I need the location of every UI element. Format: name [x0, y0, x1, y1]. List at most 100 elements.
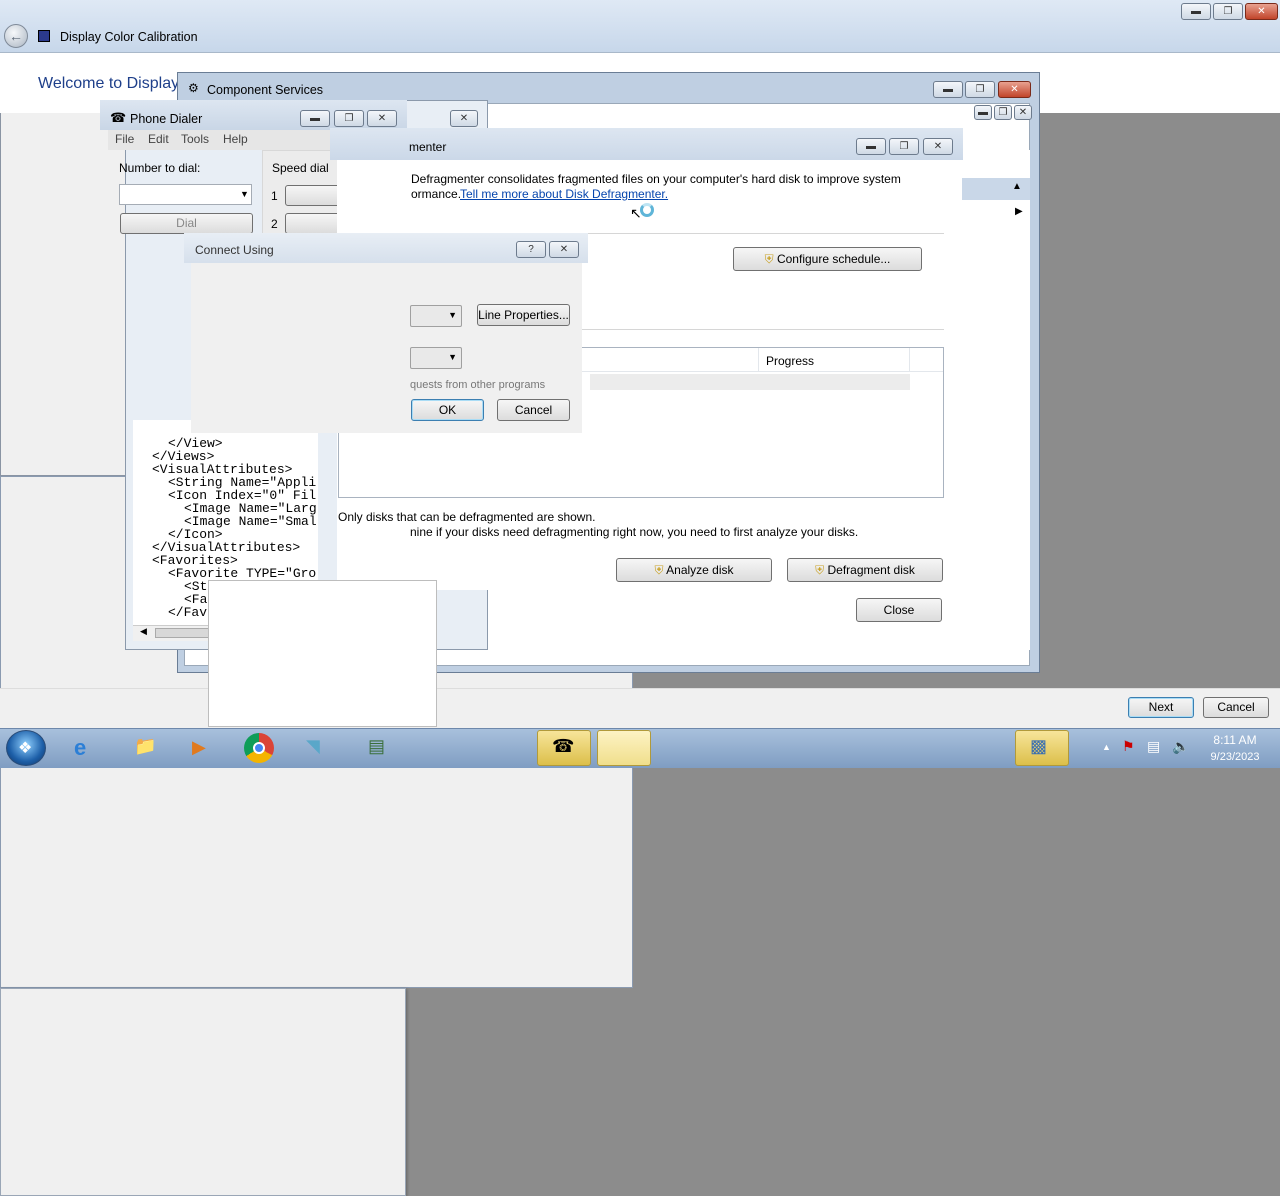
menu-file[interactable]: File — [115, 132, 134, 146]
line-properties-button[interactable]: Line Properties... — [477, 304, 570, 326]
dial-button[interactable]: Dial — [120, 213, 253, 234]
xml-line: </Fav — [168, 605, 208, 620]
shield-icon: ⛨ — [654, 563, 664, 577]
connect-using-dialog — [0, 988, 406, 1196]
progress-column-header[interactable]: Progress — [766, 354, 814, 368]
calibration-title: Display Color Calibration — [60, 30, 198, 44]
connect-using-cancel-button[interactable]: Cancel — [497, 399, 570, 421]
column-divider — [758, 348, 759, 372]
cs-mdi-restore-button[interactable]: ❐ — [994, 105, 1012, 120]
calibration-titlebar — [0, 0, 1280, 53]
taskbar-media-player[interactable]: ▶ — [176, 730, 230, 766]
defrag-help-link[interactable]: Tell me more about Disk Defragmenter. — [460, 187, 668, 201]
cs-mdi-close-button[interactable]: ✕ — [1014, 105, 1032, 120]
component-services-title: Component Services — [207, 83, 324, 97]
volume-muted-icon[interactable]: 🔈 — [1172, 738, 1189, 755]
clock-time[interactable]: 8:11 AM — [1205, 733, 1265, 747]
shield-icon: ⛨ — [764, 252, 774, 266]
taskbar-ie[interactable]: e — [62, 730, 116, 766]
folder-icon: 📁 — [134, 736, 157, 756]
defrag-restore-button[interactable]: ❐ — [889, 138, 919, 155]
pd-restore-button[interactable]: ❐ — [334, 110, 364, 127]
calibration-app-icon — [38, 30, 50, 42]
taskbar-explorer[interactable]: 📁 — [120, 730, 174, 766]
taskbar-app-2[interactable]: ▤ — [354, 730, 408, 766]
minimize-button[interactable]: ▬ — [1181, 3, 1211, 20]
cs-mdi-minimize-button[interactable]: ▬ — [974, 105, 992, 120]
close-button[interactable]: ✕ — [1245, 3, 1278, 20]
speed-dial-number: 2 — [271, 217, 278, 231]
ok-button[interactable]: OK — [411, 399, 484, 421]
taskbar-active-blank[interactable] — [597, 730, 651, 766]
defrag-close-button[interactable]: ✕ — [923, 138, 953, 155]
next-button[interactable]: Next — [1128, 697, 1194, 718]
defrag-description: Defragmenter consolidates fragmented fil… — [411, 172, 901, 186]
combo-dropdown-icon[interactable]: ▼ — [240, 189, 249, 199]
calibration-footer — [0, 688, 1280, 728]
windows-logo-icon: ❖ — [18, 740, 33, 757]
menu-help[interactable]: Help — [223, 132, 248, 146]
calibration-cancel-button[interactable]: Cancel — [1203, 697, 1269, 718]
menu-tools[interactable]: Tools — [181, 132, 209, 146]
spinner-icon — [640, 203, 654, 217]
scrollbar-thumb[interactable] — [155, 628, 215, 638]
defrag-close-dialog-button[interactable]: Close — [856, 598, 942, 622]
defrag-description-2: ormance. — [411, 187, 462, 201]
requests-checkbox-label: quests from other programs — [410, 379, 546, 391]
connect-using-close-button[interactable]: ✕ — [549, 241, 579, 258]
scroll-left-icon[interactable]: ◀ — [140, 626, 147, 637]
configure-schedule-button[interactable]: ⛨ Configure schedule... — [733, 247, 922, 271]
menu-edit[interactable]: Edit — [148, 132, 169, 146]
configure-schedule-label: Configure schedule... — [776, 252, 891, 266]
cs-restore-button[interactable]: ❐ — [965, 81, 995, 98]
expand-arrow-icon[interactable]: ▶ — [1015, 206, 1023, 217]
action-center-icon[interactable]: ⚑ — [1122, 738, 1135, 755]
speed-dial-label: Speed dial — [272, 161, 329, 175]
analyze-hint-text: nine if your disks need defragmenting ri… — [410, 525, 859, 539]
clock-date[interactable]: 9/23/2023 — [1200, 751, 1270, 763]
help-button[interactable]: ? — [516, 241, 546, 258]
defrag-title: menter — [409, 140, 447, 154]
defragment-disk-label: Defragment disk — [827, 563, 915, 577]
blank-popup — [208, 580, 437, 727]
component-services-icon: ▩ — [1030, 736, 1048, 756]
defragment-disk-button[interactable]: ⛨ Defragment disk — [787, 558, 943, 582]
speed-dial-number: 1 — [271, 189, 278, 203]
taskbar-phone-dialer[interactable]: ☎ — [537, 730, 591, 766]
dropdown-arrow-icon: ▼ — [448, 352, 457, 362]
back-arrow-icon[interactable]: ← — [4, 24, 28, 48]
address-select[interactable]: ▼ — [410, 347, 462, 369]
cs-actions-pane — [962, 150, 1030, 650]
cs-close-button[interactable]: ✕ — [998, 81, 1031, 98]
taskbar-chrome[interactable] — [234, 730, 288, 766]
phone-dialer-title: Phone Dialer — [130, 112, 203, 126]
window-app-icon: ◥ — [306, 736, 320, 756]
taskbar-component-services[interactable]: ▩ — [1015, 730, 1069, 766]
analyze-disk-button[interactable]: ⛨ Analyze disk — [616, 558, 772, 582]
column-divider — [909, 348, 910, 372]
cs-minimize-button[interactable]: ▬ — [933, 81, 963, 98]
disk-row[interactable] — [590, 374, 910, 390]
only-disks-text: Only disks that can be defragmented are … — [338, 510, 596, 524]
collapse-arrow-icon[interactable]: ▲ — [1012, 181, 1022, 192]
internet-explorer-icon: e — [74, 735, 87, 760]
defrag-minimize-button[interactable]: ▬ — [856, 138, 886, 155]
media-player-icon: ▶ — [192, 737, 206, 757]
connect-using-title: Connect Using — [195, 243, 274, 257]
taskbar-app-1[interactable]: ◥ — [292, 730, 346, 766]
line-select[interactable]: ▼ — [410, 305, 462, 327]
restore-button[interactable]: ❐ — [1213, 3, 1243, 20]
pd-close-button[interactable]: ✕ — [367, 110, 397, 127]
analyze-disk-label: Analyze disk — [666, 563, 734, 577]
network-icon[interactable]: ▤ — [1147, 738, 1160, 755]
phone-dialer-icon: ☎ — [552, 736, 575, 756]
chrome-center — [253, 742, 265, 754]
dropdown-arrow-icon: ▼ — [448, 310, 457, 320]
show-hidden-icons[interactable]: ▲ — [1102, 742, 1111, 752]
calibration-heading: Welcome to Display — [38, 75, 180, 92]
shield-icon: ⛨ — [815, 563, 825, 577]
xml-viewer-close-button[interactable]: ✕ — [450, 110, 478, 127]
document-app-icon: ▤ — [368, 736, 386, 756]
number-to-dial-combo[interactable] — [119, 184, 252, 205]
pd-minimize-button[interactable]: ▬ — [300, 110, 330, 127]
